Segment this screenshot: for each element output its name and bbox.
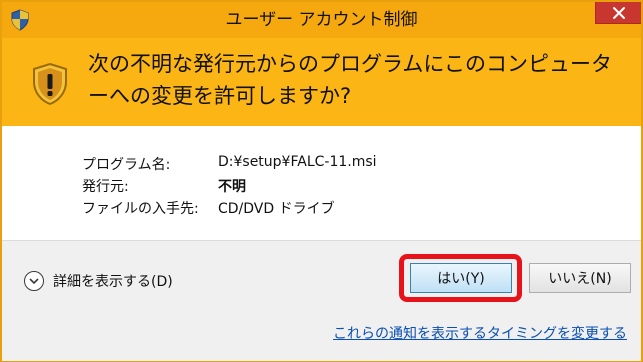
show-details-toggle[interactable]: 詳細を表示する(D) [24, 269, 173, 293]
source-label: ファイルの入手先: [82, 201, 199, 217]
publisher-value: 不明 [218, 179, 246, 195]
uac-dialog: ユーザー アカウント制御 次の不明な発行元からのプログラムにこのコンピューターへ… [0, 0, 643, 362]
publisher-label: 発行元: [82, 179, 129, 195]
show-details-label: 詳細を表示する(D) [53, 274, 173, 290]
no-button[interactable]: いいえ(N) [529, 263, 631, 293]
notification-settings-link[interactable]: これらの通知を表示するタイミングを変更する [333, 323, 627, 343]
source-value: CD/DVD ドライブ [218, 201, 335, 217]
warning-shield-icon [30, 62, 70, 106]
question-text: 次の不明な発行元からのプログラムにこのコンピューターへの変更を許可しますか? [88, 52, 612, 108]
program-value: D:¥setup¥FALC-11.msi [218, 154, 377, 170]
chevron-down-icon [24, 271, 44, 291]
close-button[interactable] [595, 2, 641, 24]
title-bar: ユーザー アカウント制御 [2, 2, 641, 38]
yes-button[interactable]: はい(Y) [410, 263, 512, 293]
window-title: ユーザー アカウント制御 [225, 10, 418, 30]
dialog-footer: 詳細を表示する(D) はい(Y) いいえ(N) これらの通知を表示するタイミング… [2, 240, 641, 361]
program-label: プログラム名: [82, 157, 171, 173]
question-banner: 次の不明な発行元からのプログラムにこのコンピューターへの変更を許可しますか? [2, 38, 641, 126]
